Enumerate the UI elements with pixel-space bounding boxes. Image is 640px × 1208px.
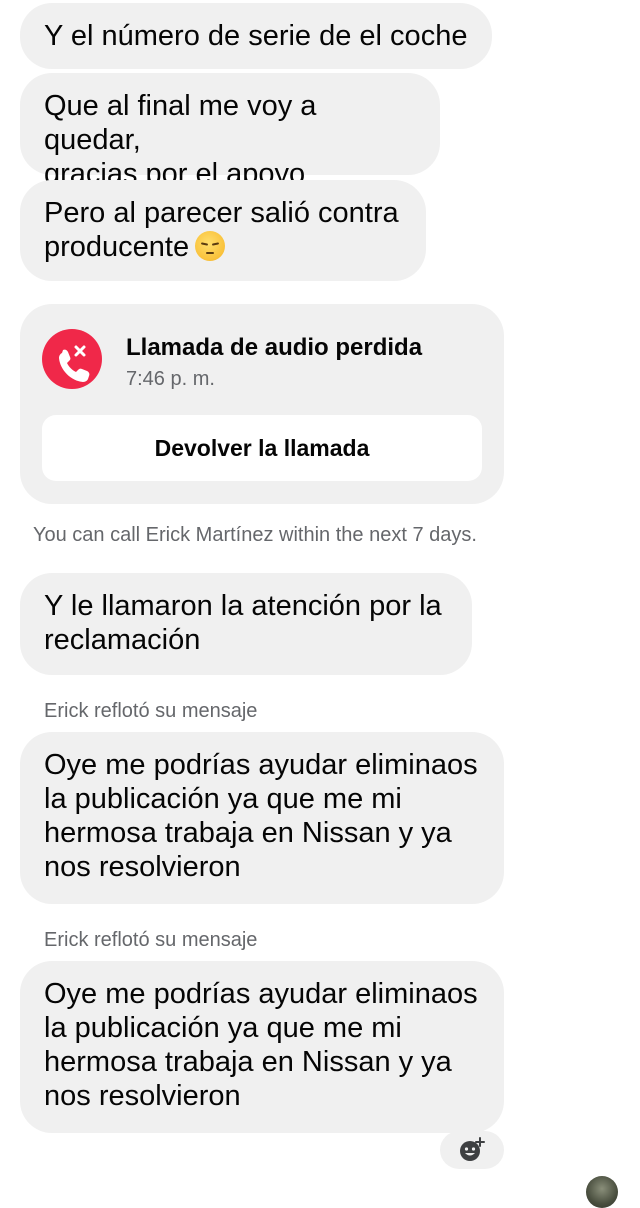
- message-text: Y le llamaron la atención por la reclama…: [44, 590, 442, 656]
- message-text: Oye me podrías ayudar eliminaos la publi…: [44, 749, 478, 883]
- add-reaction-button[interactable]: [440, 1131, 504, 1169]
- message-bubble[interactable]: Que al final me voy a quedar, gracias po…: [20, 73, 440, 190]
- message-bubble[interactable]: Oye me podrías ayudar eliminaos la publi…: [20, 961, 504, 1133]
- message-bubble[interactable]: Y le llamaron la atención por la reclama…: [20, 573, 472, 675]
- missed-call-title: Llamada de audio perdida: [126, 334, 423, 361]
- call-back-button[interactable]: Devolver la llamada: [42, 415, 482, 481]
- call-availability-note: You can call Erick Martínez within the n…: [33, 524, 477, 546]
- message-bubble[interactable]: Oye me podrías ayudar eliminaos la publi…: [20, 732, 504, 904]
- missed-call-card: Llamada de audio perdida 7:46 p. m. Devo…: [20, 304, 504, 504]
- message-text: Oye me podrías ayudar eliminaos la publi…: [44, 978, 478, 1112]
- message-text: Y el número de serie de el coche: [44, 20, 468, 52]
- missed-call-time: 7:46 p. m.: [126, 368, 215, 390]
- bump-note: Erick reflotó su mensaje: [44, 929, 258, 951]
- message-text: Pero al parecer salió contra producente: [44, 197, 399, 263]
- pensive-face-icon: [195, 231, 226, 261]
- message-bubble[interactable]: Y el número de serie de el coche: [20, 3, 492, 69]
- message-bubble[interactable]: Pero al parecer salió contra producente: [20, 180, 426, 281]
- missed-call-icon: [42, 329, 102, 389]
- message-text: Que al final me voy a quedar, gracias po…: [44, 90, 317, 190]
- bump-note: Erick reflotó su mensaje: [44, 700, 258, 722]
- add-reaction-icon: [460, 1137, 485, 1161]
- avatar: [586, 1176, 618, 1208]
